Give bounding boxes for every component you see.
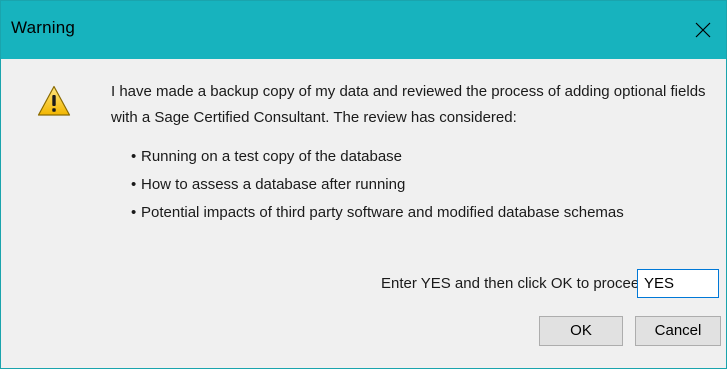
considerations-list: • Running on a test copy of the database … — [131, 147, 624, 231]
list-item: • Running on a test copy of the database — [131, 148, 403, 165]
list-item-text: How to assess a database after running — [141, 176, 406, 193]
close-button[interactable] — [680, 1, 726, 59]
list-item: • How to assess a database after running — [131, 176, 406, 193]
close-icon — [695, 22, 711, 38]
warning-icon — [37, 85, 71, 117]
warning-dialog: Warning I have made a backup copy of my … — [0, 0, 727, 369]
confirm-prompt-label: Enter YES and then click OK to proceed — [381, 275, 648, 292]
title-bar[interactable]: Warning — [1, 1, 726, 59]
list-item: • Potential impacts of third party softwa… — [131, 204, 624, 221]
ok-button[interactable]: OK — [539, 316, 623, 346]
list-item-text: Running on a test copy of the database — [141, 148, 403, 165]
cancel-button[interactable]: Cancel — [635, 316, 721, 346]
warning-message: I have made a backup copy of my data and… — [111, 83, 706, 126]
list-item-text: Potential impacts of third party softwar… — [141, 204, 624, 221]
confirm-input[interactable] — [637, 269, 719, 298]
dialog-title: Warning — [11, 18, 76, 37]
